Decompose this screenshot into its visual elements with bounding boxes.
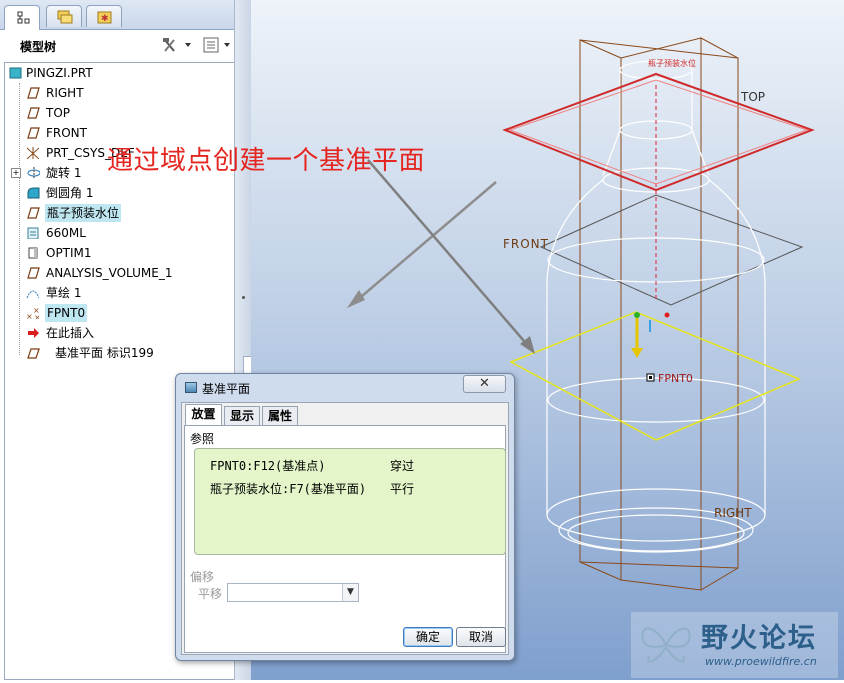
placement-panel: 参照 FPNT0:F12(基准点) 穿过 瓶子预装水位:F7(基准平面) 平行 … <box>184 425 506 653</box>
ok-button[interactable]: 确定 <box>403 627 453 647</box>
watermark-title: 野火论坛 <box>701 623 817 654</box>
offset-label: 偏移 <box>190 570 215 584</box>
reference-1-constraint[interactable]: 穿过 <box>390 457 414 474</box>
tab-placement[interactable]: 放置 <box>185 404 222 425</box>
dialog-title: 基准平面 <box>202 382 251 396</box>
reference-1[interactable]: FPNT0:F12(基准点) <box>210 457 325 474</box>
reference-2[interactable]: 瓶子预装水位:F7(基准平面) <box>210 480 366 497</box>
butterfly-logo-icon <box>641 627 691 663</box>
dialog-close-button[interactable]: ✕ <box>463 375 506 393</box>
tab-display[interactable]: 显示 <box>224 406 260 425</box>
references-label: 参照 <box>190 432 215 446</box>
reference-2-constraint[interactable]: 平行 <box>390 480 414 497</box>
translate-label: 平移 <box>198 587 223 601</box>
watermark-url: www.proewildfire.cn <box>705 655 817 668</box>
references-list[interactable]: FPNT0:F12(基准点) 穿过 瓶子预装水位:F7(基准平面) 平行 <box>194 448 506 555</box>
cancel-button[interactable]: 取消 <box>456 627 506 647</box>
chevron-down-icon[interactable]: ▼ <box>342 584 358 601</box>
dialog-app-icon <box>185 382 197 393</box>
dialog-body: 放置 显示 属性 参照 FPNT0:F12(基准点) 穿过 瓶子预装水位:F7(… <box>181 402 509 655</box>
annotation-text: 通过域点创建一个基准平面 <box>107 146 426 176</box>
datum-plane-dialog: 基准平面 ✕ 放置 显示 属性 参照 FPNT0:F12(基准点) 穿过 瓶子预… <box>175 373 515 661</box>
tab-properties[interactable]: 属性 <box>262 406 298 425</box>
translate-input[interactable]: ▼ <box>227 583 359 602</box>
watermark: 野火论坛 www.proewildfire.cn <box>631 612 838 678</box>
